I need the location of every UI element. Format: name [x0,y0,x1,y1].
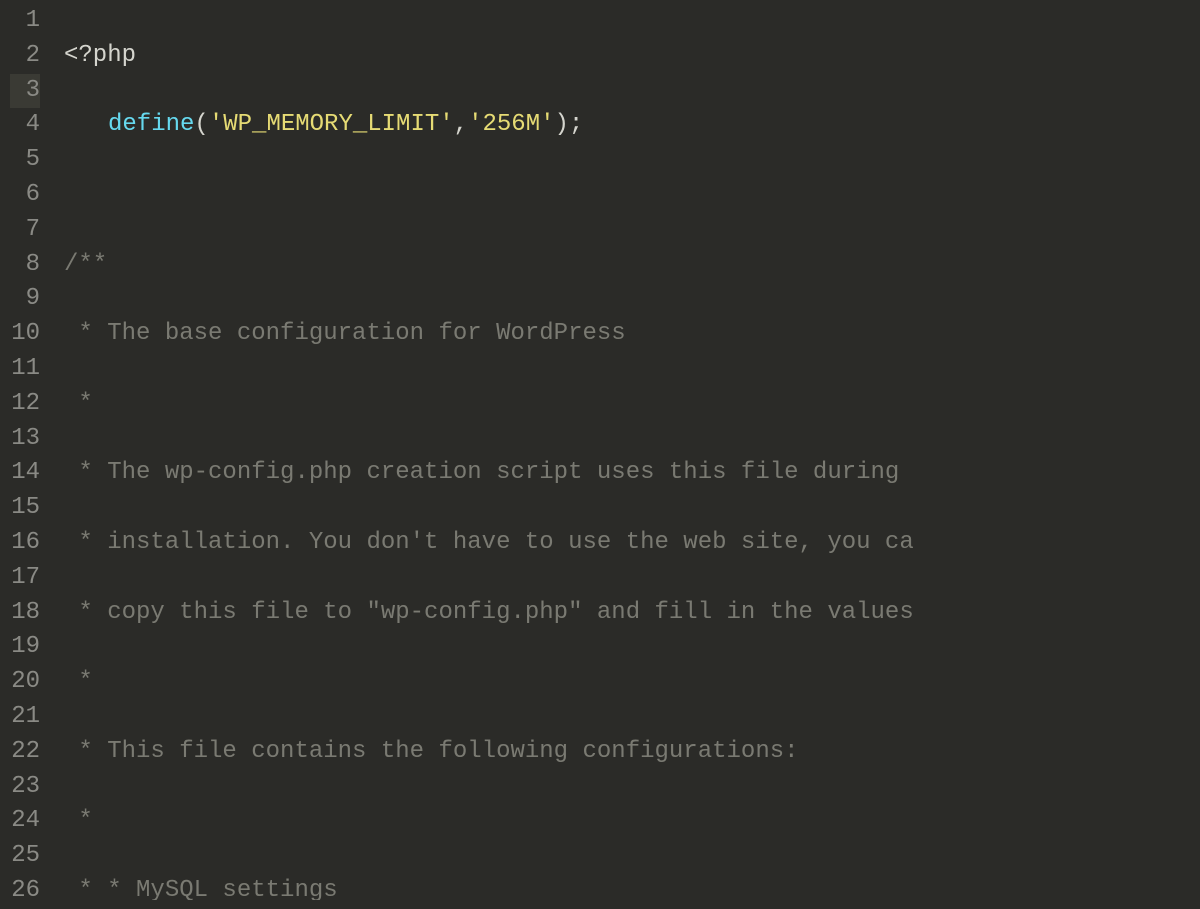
docblock-line: * This file contains the following confi… [64,738,799,765]
comma: , [454,111,468,138]
paren-open: ( [194,111,208,138]
line-number: 12 [10,387,40,422]
docblock-line: * [64,390,93,417]
code-line[interactable]: /** [64,248,1200,283]
line-number: 19 [10,630,40,665]
line-number: 5 [10,143,40,178]
code-line[interactable]: * [64,387,1200,422]
line-number: 1 [10,4,40,39]
line-number: 22 [10,735,40,770]
code-line[interactable]: * copy this file to "wp-config.php" and … [64,596,1200,631]
line-number: 11 [10,352,40,387]
line-number: 2 [10,39,40,74]
docblock-line: * [64,807,93,834]
paren-close: ) [555,111,569,138]
line-number: 13 [10,422,40,457]
code-line[interactable]: * * MySQL settings [64,874,1200,900]
function-name: define [108,111,194,138]
line-number: 3 [10,74,40,109]
line-number: 23 [10,770,40,805]
docblock-line: * installation. You don't have to use th… [64,529,914,556]
line-number: 14 [10,456,40,491]
line-number: 10 [10,317,40,352]
line-number: 9 [10,282,40,317]
line-number: 16 [10,526,40,561]
docblock-line: * copy this file to "wp-config.php" and … [64,599,914,626]
code-line[interactable]: <?php [64,39,1200,74]
code-line[interactable] [64,178,1200,213]
string-literal: 'WP_MEMORY_LIMIT' [209,111,454,138]
code-editor[interactable]: 1 2 3 4 5 6 7 8 9 10 11 12 13 14 15 16 1… [0,0,1200,900]
string-literal: '256M' [468,111,554,138]
line-number-gutter: 1 2 3 4 5 6 7 8 9 10 11 12 13 14 15 16 1… [0,0,54,900]
code-line[interactable]: * [64,665,1200,700]
docblock-line: * * MySQL settings [64,877,338,900]
line-number: 7 [10,213,40,248]
line-number: 4 [10,108,40,143]
docblock-line: * The wp-config.php creation script uses… [64,459,914,486]
code-line[interactable]: * [64,804,1200,839]
code-line[interactable]: * This file contains the following confi… [64,735,1200,770]
line-number: 8 [10,248,40,283]
code-line[interactable]: * The base configuration for WordPress [64,317,1200,352]
line-number: 26 [10,874,40,909]
code-line[interactable]: * The wp-config.php creation script uses… [64,456,1200,491]
docblock-line: * [64,668,93,695]
code-line[interactable]: define('WP_MEMORY_LIMIT','256M'); [64,108,1200,143]
line-number: 21 [10,700,40,735]
line-number: 20 [10,665,40,700]
line-number: 15 [10,491,40,526]
line-number: 6 [10,178,40,213]
line-number: 24 [10,804,40,839]
semicolon: ; [569,111,583,138]
line-number: 18 [10,596,40,631]
line-number: 25 [10,839,40,874]
line-number: 17 [10,561,40,596]
php-open-tag: <?php [64,42,136,69]
code-area[interactable]: <?php define('WP_MEMORY_LIMIT','256M'); … [54,0,1200,900]
code-line[interactable]: * installation. You don't have to use th… [64,526,1200,561]
docblock-line: * The base configuration for WordPress [64,320,626,347]
docblock-open: /** [64,251,107,278]
